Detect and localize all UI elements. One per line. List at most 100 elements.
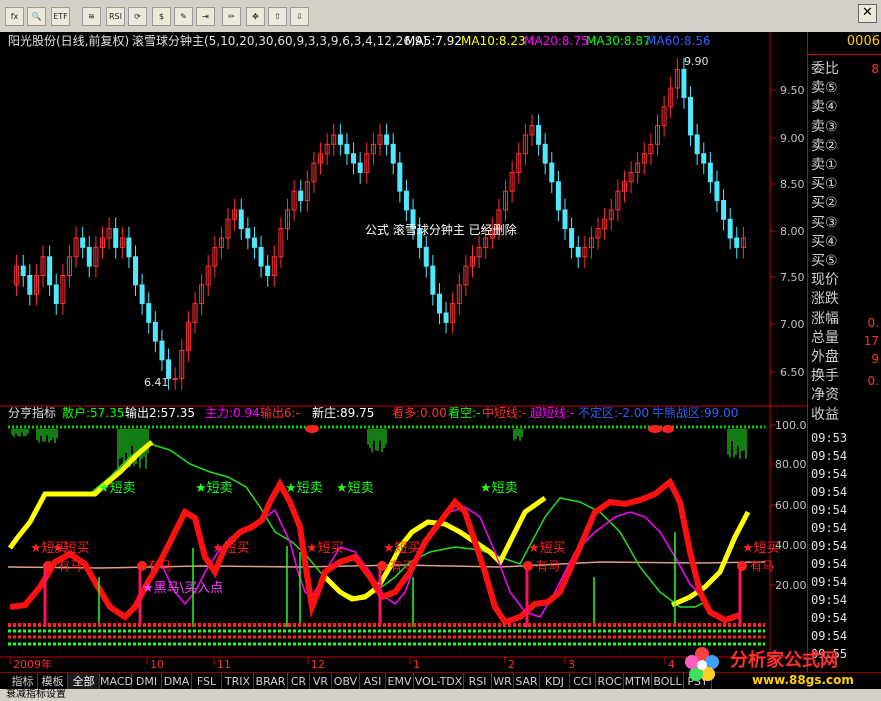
- youma-label-2: 有马: [148, 559, 172, 573]
- candle-body: [113, 228, 119, 248]
- indicator-tab-18[interactable]: KDJ: [540, 673, 570, 690]
- close-button[interactable]: ✕: [858, 4, 877, 23]
- dollar-button[interactable]: $: [152, 7, 171, 26]
- toolbar: fx 🔍 ETF ≋ RSI ⟳ $ ✎ ⇥ ✏ ✥ ⇧ ⇩: [0, 0, 881, 33]
- candle-body: [20, 265, 26, 277]
- candle-body: [734, 237, 740, 248]
- rsi-button[interactable]: RSI: [106, 7, 125, 26]
- ma5-label: MA5:7.92: [405, 34, 462, 48]
- candle-body: [245, 228, 251, 239]
- low-price-label: 6.41: [144, 376, 169, 389]
- candle-body: [390, 143, 396, 164]
- sanhu-label: 散户:57.35: [62, 405, 124, 420]
- duanmai-buy-label-6: ★短买: [742, 541, 780, 556]
- candle-body: [384, 134, 390, 145]
- youma-label-4: 有马: [536, 559, 560, 573]
- indicator-tab-8[interactable]: BRAR: [254, 673, 288, 690]
- duanmai-buy-label-3: ★短买: [306, 541, 344, 556]
- tick-time: 09:54: [811, 611, 848, 625]
- candle-body: [555, 181, 561, 211]
- indicator-tab-14[interactable]: VOL-TDX: [414, 673, 464, 690]
- weibi-value: 8: [871, 62, 879, 76]
- quote-label: 卖⑤: [811, 80, 838, 97]
- indicator-tab-13[interactable]: EMV: [386, 673, 414, 690]
- export-button[interactable]: ⇥: [196, 7, 215, 26]
- duanmai-sell-label-2: ★短卖: [195, 481, 233, 496]
- candle-body: [707, 162, 713, 183]
- indicator-tab-7[interactable]: TRIX: [222, 673, 254, 690]
- indicator-tab-11[interactable]: OBV: [332, 673, 360, 690]
- candle-body: [159, 340, 165, 361]
- sub-indicator-name: 分亨指标: [8, 405, 56, 420]
- pen-button[interactable]: ✏: [222, 7, 241, 26]
- quote-label: 买①: [811, 176, 838, 193]
- quote-label: 涨跌: [811, 291, 839, 308]
- candle-body: [721, 200, 727, 220]
- time-axis-label: 2: [508, 658, 515, 671]
- indicator-tab-10[interactable]: VR: [310, 673, 332, 690]
- candle-body: [357, 162, 363, 173]
- candle-body: [251, 237, 257, 248]
- duanmai-buy-label-4: ★短买: [383, 541, 421, 556]
- candle-body: [47, 256, 53, 286]
- chart-area[interactable]: 阳光股份(日线,前复权) 滚雪球分钟主(5,10,20,30,60,9,3,3,…: [0, 32, 807, 672]
- quote-panel: 0006 委比 卖⑤ 卖④ 卖③ 卖② 卖① 买① 买② 买③ 买④ 买⑤ 现价 涨跌 涨幅 总量 外盘 换手净…: [807, 32, 881, 672]
- indicator-tab-2[interactable]: 全部: [68, 673, 100, 690]
- kline-button[interactable]: ≋: [82, 7, 101, 26]
- indicator-tab-9[interactable]: CR: [288, 673, 310, 690]
- time-axis-label: 3: [568, 658, 575, 671]
- sub-tick-label: 20.00: [775, 579, 807, 592]
- tick-time: 09:54: [811, 557, 848, 571]
- candle-body: [549, 162, 555, 183]
- indicator-tab-4[interactable]: DMI: [132, 673, 162, 690]
- time-axis-label: 4: [668, 658, 675, 671]
- indicator-tab-20[interactable]: ROC: [596, 673, 624, 690]
- indicator-tab-1[interactable]: 模板: [38, 673, 68, 690]
- quote-label: 收益: [811, 406, 839, 423]
- time-axis-label: 1: [413, 658, 420, 671]
- indicator-tab-15[interactable]: RSI: [464, 673, 492, 690]
- indicator-tab-21[interactable]: MTM: [624, 673, 652, 690]
- indicator-tab-19[interactable]: CCI: [570, 673, 596, 690]
- candle-body: [727, 218, 733, 239]
- indicator-tab-5[interactable]: DMA: [162, 673, 192, 690]
- time-axis-label: 11: [217, 658, 231, 671]
- quote-label: 买③: [811, 214, 838, 231]
- candle-body: [27, 275, 33, 295]
- ma30-label: MA30:8.87: [586, 34, 651, 48]
- indicator-tab-6[interactable]: FSL: [192, 673, 222, 690]
- quote-label: 现价: [811, 272, 839, 289]
- up-arrow-button[interactable]: ⇧: [268, 7, 287, 26]
- tick-time: 09:54: [811, 539, 848, 553]
- indicator-tab-12[interactable]: ASI: [360, 673, 386, 690]
- etf-button[interactable]: ETF: [51, 7, 70, 26]
- refresh-button[interactable]: ⟳: [128, 7, 147, 26]
- down-arrow-button[interactable]: ⇩: [290, 7, 309, 26]
- candle-body: [423, 246, 429, 267]
- kanduo-label: 看多:0.00: [392, 406, 447, 420]
- indicator-tab-17[interactable]: SAR: [514, 673, 540, 690]
- tick-time: 09:54: [811, 449, 848, 463]
- tick-time: 09:54: [811, 503, 848, 517]
- status-bar: 衰减指标设置: [0, 689, 881, 701]
- duanmai-buy-label-2: ★短买: [212, 541, 250, 556]
- flower-logo-icon: [685, 647, 719, 681]
- fx-formula-button[interactable]: fx: [5, 7, 24, 26]
- candle-body: [80, 237, 86, 248]
- youma-label-3: 有马: [390, 559, 414, 573]
- indicator-tab-0[interactable]: 指标: [8, 673, 38, 690]
- tools-button[interactable]: ✎: [174, 7, 193, 26]
- output2-label: 输出2:57.35: [125, 405, 195, 420]
- output6-label: 输出6:-: [260, 405, 300, 420]
- sub-tick-label: 40.00: [775, 539, 807, 552]
- move-button[interactable]: ✥: [246, 7, 265, 26]
- candle-body: [436, 293, 442, 314]
- candle-body: [562, 209, 568, 230]
- price-tick-label: 9.00: [780, 132, 805, 145]
- duanmai-sell-label-1: ★短卖: [98, 481, 136, 496]
- zoom-button[interactable]: 🔍: [27, 7, 46, 26]
- indicator-tab-16[interactable]: WR: [492, 673, 514, 690]
- indicator-tab-3[interactable]: MACD: [100, 673, 133, 690]
- candle-body: [53, 284, 59, 305]
- tick-time: 09:54: [811, 521, 848, 535]
